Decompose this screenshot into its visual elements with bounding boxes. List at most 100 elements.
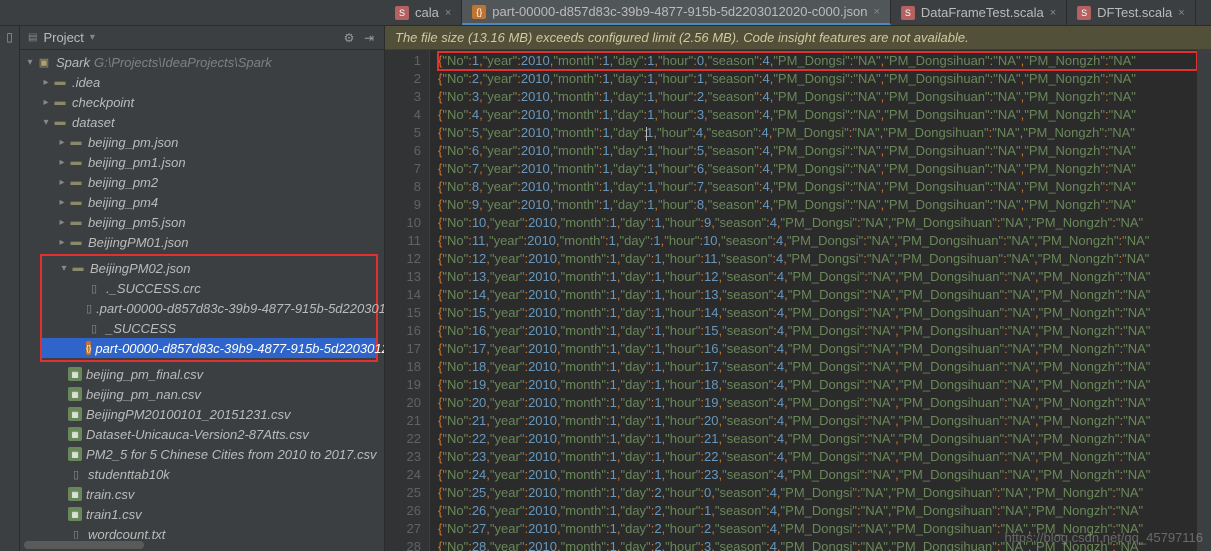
project-view-selector[interactable]: ▤ [28, 32, 37, 43]
chevron-right-icon: ▸ [40, 97, 52, 108]
file-icon: ▯ [86, 300, 92, 316]
csv-file-icon: ▦ [68, 427, 82, 441]
code-line[interactable]: {"No":13,"year":2010,"month":1,"day":1,"… [438, 268, 1197, 286]
code-line[interactable]: {"No":19,"year":2010,"month":1,"day":1,"… [438, 376, 1197, 394]
tab-part-json[interactable]: {} part-00000-d857d83c-39b9-4877-915b-5d… [462, 0, 891, 25]
tab-dftest[interactable]: S DFTest.scala × [1067, 0, 1196, 25]
tree-item-part-selected[interactable]: {}part-00000-d857d83c-39b9-4877-915b-5d2… [42, 338, 376, 358]
code-line[interactable]: {"No":8,"year":2010,"month":1,"day":1,"h… [438, 178, 1197, 196]
csv-file-icon: ▦ [68, 487, 82, 501]
code-line[interactable]: {"No":27,"year":2010,"month":1,"day":2,"… [438, 520, 1197, 538]
folder-icon: ▬ [52, 94, 68, 110]
code-line[interactable]: {"No":10,"year":2010,"month":1,"day":1,"… [438, 214, 1197, 232]
tree-item[interactable]: ▦train1.csv [20, 504, 384, 524]
code-line[interactable]: {"No":21,"year":2010,"month":1,"day":1,"… [438, 412, 1197, 430]
code-line[interactable]: {"No":9,"year":2010,"month":1,"day":1,"h… [438, 196, 1197, 214]
txt-file-icon: ▯ [68, 526, 84, 539]
file-icon: ▯ [86, 280, 102, 296]
code-line[interactable]: {"No":3,"year":2010,"month":1,"day":1,"h… [438, 88, 1197, 106]
code-line[interactable]: {"No":17,"year":2010,"month":1,"day":1,"… [438, 340, 1197, 358]
code-line[interactable]: {"No":4,"year":2010,"month":1,"day":1,"h… [438, 106, 1197, 124]
close-icon[interactable]: × [1050, 7, 1056, 19]
code-line[interactable]: {"No":15,"year":2010,"month":1,"day":1,"… [438, 304, 1197, 322]
tree-label: Spark [56, 55, 90, 70]
tree-item[interactable]: ▸▬beijing_pm1.json [20, 152, 384, 172]
tree-item[interactable]: ▯.part-00000-d857d83c-39b9-4877-915b-5d2… [42, 298, 376, 318]
code-line[interactable]: {"No":28,"year":2010,"month":1,"day":2,"… [438, 538, 1197, 551]
code-line[interactable]: {"No":11,"year":2010,"month":1,"day":1,"… [438, 232, 1197, 250]
code-line[interactable]: {"No":1,"year":2010,"month":1,"day":1,"h… [438, 52, 1197, 70]
chevron-right-icon: ▸ [40, 77, 52, 88]
tree-item[interactable]: ▯studenttab10k [20, 464, 384, 484]
tree-item[interactable]: ▯_SUCCESS [42, 318, 376, 338]
tree-root[interactable]: ▾ ▣ Spark G:\Projects\IdeaProjects\Spark [20, 52, 384, 72]
tree-item[interactable]: ▸▬beijing_pm.json [20, 132, 384, 152]
tree-item[interactable]: ▸▬beijing_pm2 [20, 172, 384, 192]
code-line[interactable]: {"No":22,"year":2010,"month":1,"day":1,"… [438, 430, 1197, 448]
scala-file-icon: S [901, 6, 915, 20]
folder-icon: ▬ [68, 174, 84, 190]
file-icon: ▯ [68, 466, 84, 482]
csv-file-icon: ▦ [68, 407, 82, 421]
project-tree[interactable]: ▾ ▣ Spark G:\Projects\IdeaProjects\Spark… [20, 50, 384, 539]
hide-icon[interactable]: ⇥ [362, 31, 376, 45]
editor-right-gutter [1197, 50, 1211, 551]
code-line[interactable]: {"No":7,"year":2010,"month":1,"day":1,"h… [438, 160, 1197, 178]
chevron-right-icon: ▸ [56, 237, 68, 248]
tree-item-dataset[interactable]: ▾▬dataset [20, 112, 384, 132]
code-line[interactable]: {"No":23,"year":2010,"month":1,"day":1,"… [438, 448, 1197, 466]
gear-icon[interactable]: ⚙ [342, 31, 356, 45]
editor-area: The file size (13.16 MB) exceeds configu… [385, 26, 1211, 551]
code-line[interactable]: {"No":24,"year":2010,"month":1,"day":1,"… [438, 466, 1197, 484]
tree-item[interactable]: ▦Dataset-Unicauca-Version2-87Atts.csv [20, 424, 384, 444]
tree-item[interactable]: ▦train.csv [20, 484, 384, 504]
code-line[interactable]: {"No":25,"year":2010,"month":1,"day":2,"… [438, 484, 1197, 502]
tab-dataframetest[interactable]: S DataFrameTest.scala × [891, 0, 1067, 25]
scala-file-icon: S [1077, 6, 1091, 20]
json-file-icon: {} [86, 341, 91, 355]
code-content[interactable]: {"No":1,"year":2010,"month":1,"day":1,"h… [430, 50, 1197, 551]
folder-icon: ▬ [68, 134, 84, 150]
project-panel: ▤ Project ▾ ⚙ ⇥ ▾ ▣ Spark G:\Projects\Id… [20, 26, 385, 551]
tab-label: DataFrameTest.scala [921, 5, 1044, 20]
tree-item[interactable]: ▦BeijingPM20100101_20151231.csv [20, 404, 384, 424]
code-line[interactable]: {"No":16,"year":2010,"month":1,"day":1,"… [438, 322, 1197, 340]
tree-item[interactable]: ▸▬BeijingPM01.json [20, 232, 384, 252]
module-icon: ▣ [36, 54, 52, 70]
tree-item[interactable]: ▦beijing_pm_final.csv [20, 364, 384, 384]
code-line[interactable]: {"No":26,"year":2010,"month":1,"day":2,"… [438, 502, 1197, 520]
code-line[interactable]: {"No":18,"year":2010,"month":1,"day":1,"… [438, 358, 1197, 376]
code-line[interactable]: {"No":6,"year":2010,"month":1,"day":1,"h… [438, 142, 1197, 160]
tree-item[interactable]: ▯._SUCCESS.crc [42, 278, 376, 298]
project-tool-button[interactable]: ▯ [3, 30, 17, 44]
chevron-right-icon: ▸ [56, 157, 68, 168]
code-line[interactable]: {"No":14,"year":2010,"month":1,"day":1,"… [438, 286, 1197, 304]
folder-icon: ▬ [68, 234, 84, 250]
csv-file-icon: ▦ [68, 367, 82, 381]
close-icon[interactable]: × [873, 6, 879, 18]
close-icon[interactable]: × [1178, 7, 1184, 19]
code-line[interactable]: {"No":20,"year":2010,"month":1,"day":1,"… [438, 394, 1197, 412]
tree-item[interactable]: ▦beijing_pm_nan.csv [20, 384, 384, 404]
tab-label: part-00000-d857d83c-39b9-4877-915b-5d220… [492, 4, 867, 19]
tree-item[interactable]: ▯wordcount.txt [20, 524, 384, 539]
tree-item[interactable]: ▸▬beijing_pm4 [20, 192, 384, 212]
tab-label: DFTest.scala [1097, 5, 1172, 20]
close-icon[interactable]: × [445, 7, 451, 19]
csv-file-icon: ▦ [68, 507, 82, 521]
code-line[interactable]: {"No":5,"year":2010,"month":1,"day":1,"h… [438, 124, 1197, 142]
scrollbar-thumb[interactable] [24, 541, 144, 549]
project-horizontal-scrollbar[interactable] [20, 539, 384, 551]
tree-item[interactable]: ▦PM2_5 for 5 Chinese Cities from 2010 to… [20, 444, 384, 464]
code-line[interactable]: {"No":2,"year":2010,"month":1,"day":1,"h… [438, 70, 1197, 88]
chevron-down-icon: ▾ [58, 263, 70, 274]
tree-item-beijingpm02[interactable]: ▾▬BeijingPM02.json [42, 258, 376, 278]
file-icon: ▯ [86, 320, 102, 336]
chevron-down-icon[interactable]: ▾ [90, 32, 95, 43]
scala-file-icon: S [395, 6, 409, 20]
tree-item-idea[interactable]: ▸▬.idea [20, 72, 384, 92]
code-line[interactable]: {"No":12,"year":2010,"month":1,"day":1,"… [438, 250, 1197, 268]
tree-item[interactable]: ▸▬beijing_pm5.json [20, 212, 384, 232]
tab-cala[interactable]: S cala × [385, 0, 462, 25]
tree-item-checkpoint[interactable]: ▸▬checkpoint [20, 92, 384, 112]
